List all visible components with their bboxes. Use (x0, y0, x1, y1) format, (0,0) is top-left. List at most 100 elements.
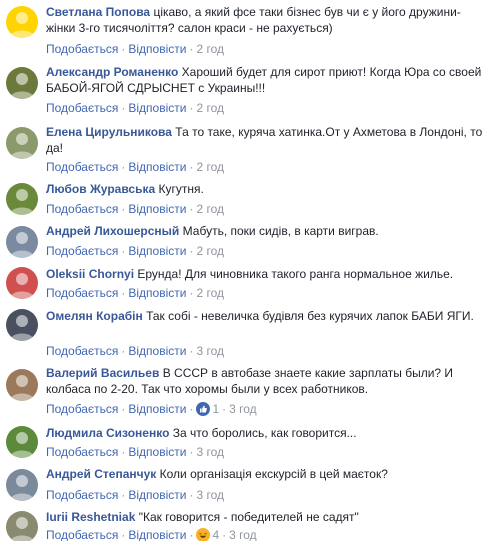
comment-actions: Подобається · Відповісти · 2 год (46, 244, 224, 258)
comment-author[interactable]: Омелян Корабін (46, 309, 143, 323)
separator-dot: · (121, 528, 126, 541)
separator-dot: · (121, 42, 126, 56)
comment-timestamp[interactable]: 2 год (196, 202, 224, 216)
comment-author[interactable]: Любов Журавська (46, 182, 155, 196)
comment-timestamp[interactable]: 2 год (196, 42, 224, 56)
reply-link[interactable]: Відповісти (128, 402, 186, 416)
like-link[interactable]: Подобається (46, 244, 118, 258)
separator-dot: · (189, 244, 194, 258)
separator-dot: · (121, 402, 126, 416)
separator-dot: · (189, 344, 194, 358)
reply-link[interactable]: Відповісти (128, 160, 186, 174)
comment-timestamp[interactable]: 2 год (196, 244, 224, 258)
separator-dot: · (189, 286, 194, 300)
comment-author[interactable]: Андрей Лихошерсный (46, 224, 179, 238)
like-link[interactable]: Подобається (46, 101, 118, 115)
comment-author[interactable]: Oleksii Chornyi (46, 267, 134, 281)
separator-dot: · (222, 528, 227, 541)
comment-author[interactable]: Андрей Степанчук (46, 467, 156, 481)
reaction-count[interactable]: 1 (210, 402, 219, 416)
comment-timestamp[interactable]: 3 год (229, 528, 257, 541)
comment-actions: Подобається · Відповісти · 2 год (46, 42, 224, 56)
comment-author[interactable]: Iurii Reshetniak (46, 510, 135, 524)
reply-link[interactable]: Відповісти (128, 286, 186, 300)
separator-dot: · (121, 101, 126, 115)
separator-dot: · (189, 160, 194, 174)
comment-actions: Подобається · Відповісти · 3 год (46, 344, 224, 358)
comment-timestamp[interactable]: 2 год (196, 160, 224, 174)
like-link[interactable]: Подобається (46, 344, 118, 358)
comment-text: За что боролись, как говорится... (172, 426, 357, 440)
comment-actions: Подобається · Відповісти · 2 год (46, 202, 224, 216)
like-link[interactable]: Подобається (46, 286, 118, 300)
comment-timestamp[interactable]: 3 год (196, 344, 224, 358)
like-link[interactable]: Подобається (46, 445, 118, 459)
comment-body: Любов Журавська Кугутня. (46, 181, 486, 197)
comment-text: Кугутня. (158, 182, 204, 196)
comment-actions: Подобається · Відповісти · 2 год (46, 160, 224, 174)
comment-author[interactable]: Александр Романенко (46, 65, 178, 79)
reply-link[interactable]: Відповісти (128, 101, 186, 115)
like-link[interactable]: Подобається (46, 202, 118, 216)
comment-body: Омелян Корабін Так собі - невеличка буді… (46, 308, 486, 324)
avatar[interactable] (6, 183, 38, 215)
like-link[interactable]: Подобається (46, 42, 118, 56)
like-reaction-icon[interactable] (196, 402, 211, 416)
avatar[interactable] (6, 226, 38, 258)
separator-dot: · (189, 488, 194, 502)
avatar[interactable] (6, 469, 38, 501)
separator-dot: · (189, 445, 194, 459)
comment-body: Александр Романенко Хароший будет для си… (46, 64, 486, 96)
comment-body: Андрей Степанчук Коли організація екскур… (46, 466, 486, 482)
like-link[interactable]: Подобається (46, 402, 118, 416)
comment-author[interactable]: Валерий Васильев (46, 366, 159, 380)
comment-timestamp[interactable]: 2 год (196, 286, 224, 300)
separator-dot: · (189, 202, 194, 216)
comment-text: Так собі - невеличка будівля без курячих… (146, 309, 474, 323)
comment-body: Валерий Васильев В СССР в автобазе знает… (46, 365, 486, 397)
reply-link[interactable]: Відповісти (128, 488, 186, 502)
reply-link[interactable]: Відповісти (128, 42, 186, 56)
avatar[interactable] (6, 127, 38, 159)
comment-body: Андрей Лихошерсный Мабуть, поки сидів, в… (46, 223, 486, 239)
reaction-count[interactable]: 4 (210, 528, 219, 541)
comment-timestamp[interactable]: 3 год (196, 488, 224, 502)
comment-author[interactable]: Светлана Попова (46, 5, 150, 19)
avatar[interactable] (6, 267, 38, 299)
separator-dot: · (121, 286, 126, 300)
separator-dot: · (121, 488, 126, 502)
comment-timestamp[interactable]: 2 год (196, 101, 224, 115)
separator-dot: · (189, 402, 194, 416)
comment-actions: Подобається · Відповісти · 4 · 3 год (46, 528, 257, 541)
separator-dot: · (189, 101, 194, 115)
comment-author[interactable]: Елена Цирульникова (46, 125, 172, 139)
comment-timestamp[interactable]: 3 год (196, 445, 224, 459)
like-link[interactable]: Подобається (46, 488, 118, 502)
separator-dot: · (121, 202, 126, 216)
avatar[interactable] (6, 426, 38, 458)
reply-link[interactable]: Відповісти (128, 445, 186, 459)
comment-actions: Подобається · Відповісти · 1 · 3 год (46, 402, 257, 416)
comment-timestamp[interactable]: 3 год (229, 402, 257, 416)
avatar[interactable] (6, 309, 38, 341)
comment-author[interactable]: Людмила Сизоненко (46, 426, 169, 440)
reply-link[interactable]: Відповісти (128, 244, 186, 258)
avatar[interactable] (6, 67, 38, 99)
separator-dot: · (121, 344, 126, 358)
like-link[interactable]: Подобається (46, 160, 118, 174)
comment-actions: Подобається · Відповісти · 2 год (46, 286, 224, 300)
reply-link[interactable]: Відповісти (128, 528, 186, 541)
comment-body: Светлана Попова цікаво, а який фсе таки … (46, 4, 486, 36)
reply-link[interactable]: Відповісти (128, 202, 186, 216)
comment-body: Елена Цирульникова Та то таке, куряча ха… (46, 124, 486, 156)
comment-body: Iurii Reshetniak "Как говорится - победи… (46, 509, 486, 525)
avatar[interactable] (6, 6, 38, 38)
comment-text: Мабуть, поки сидів, в карти виграв. (182, 224, 379, 238)
haha-reaction-icon[interactable] (196, 528, 211, 541)
avatar[interactable] (6, 369, 38, 401)
separator-dot: · (121, 244, 126, 258)
comment-actions: Подобається · Відповісти · 2 год (46, 101, 224, 115)
avatar[interactable] (6, 511, 38, 541)
reply-link[interactable]: Відповісти (128, 344, 186, 358)
like-link[interactable]: Подобається (46, 528, 118, 541)
